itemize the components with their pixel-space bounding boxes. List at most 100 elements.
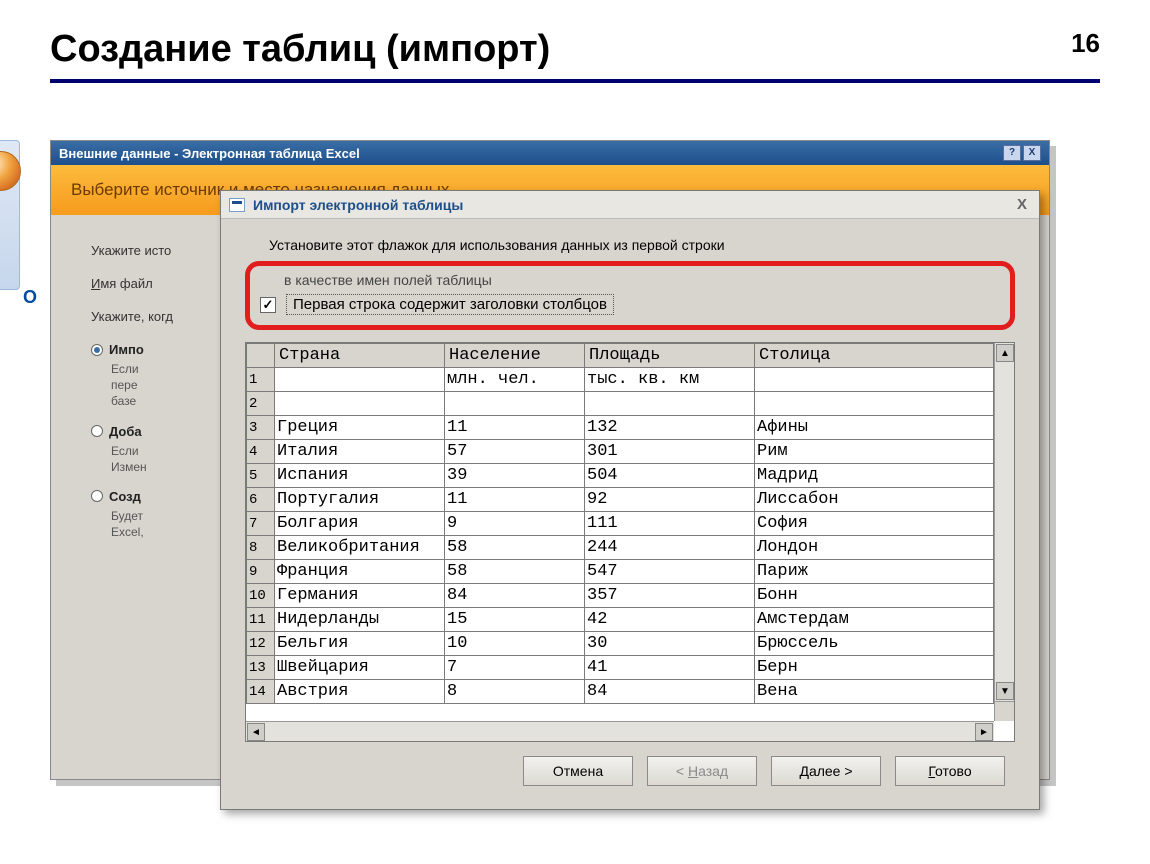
wizard-instruction-2: в качестве имен полей таблицы (284, 272, 1000, 288)
cell[interactable]: Греция (275, 416, 445, 440)
cell[interactable]: 8 (445, 680, 585, 704)
wizard-titlebar: Импорт электронной таблицы X (221, 191, 1039, 219)
col-header-capital[interactable]: Столица (755, 344, 994, 368)
cell[interactable]: 84 (585, 680, 755, 704)
radio-import-dot (91, 344, 103, 356)
cell[interactable]: Берн (755, 656, 994, 680)
cell[interactable]: Вена (755, 680, 994, 704)
cell[interactable]: тыс. кв. км (585, 368, 755, 392)
cell[interactable]: 84 (445, 584, 585, 608)
first-row-headers-label: Первая строка содержит заголовки столбцо… (286, 294, 614, 315)
cell[interactable]: 42 (585, 608, 755, 632)
first-row-headers-checkbox[interactable]: ✓ (260, 297, 276, 313)
scroll-right-button[interactable]: ► (975, 723, 993, 741)
cell[interactable] (755, 368, 994, 392)
cell[interactable]: Швейцария (275, 656, 445, 680)
cell[interactable]: Бонн (755, 584, 994, 608)
cell[interactable]: 30 (585, 632, 755, 656)
cell[interactable]: Бельгия (275, 632, 445, 656)
cell[interactable]: 92 (585, 488, 755, 512)
outer-window-title: Внешние данные - Электронная таблица Exc… (59, 146, 360, 161)
radio-link-dot (91, 490, 103, 502)
cell[interactable]: 547 (585, 560, 755, 584)
cell[interactable]: Афины (755, 416, 994, 440)
preview-grid: Страна Население Площадь Столица 1 млн. ч… (245, 342, 1015, 742)
col-header-population[interactable]: Население (445, 344, 585, 368)
cell[interactable]: 10 (445, 632, 585, 656)
office-orb-icon (0, 151, 21, 191)
radio-import-label: Импо (109, 342, 144, 357)
col-header-country[interactable]: Страна (275, 344, 445, 368)
cell[interactable] (755, 392, 994, 416)
row-number: 13 (247, 656, 275, 680)
row-number: 3 (247, 416, 275, 440)
scroll-up-button[interactable]: ▲ (996, 344, 1014, 362)
close-button[interactable]: X (1023, 145, 1041, 161)
cell[interactable]: 58 (445, 536, 585, 560)
cell[interactable]: 57 (445, 440, 585, 464)
cell[interactable]: 15 (445, 608, 585, 632)
cell[interactable] (445, 392, 585, 416)
cell[interactable]: 11 (445, 488, 585, 512)
horizontal-scrollbar[interactable]: ◄ ► (246, 721, 994, 741)
radio-append-dot (91, 425, 103, 437)
cell[interactable]: 301 (585, 440, 755, 464)
wizard-title-text: Импорт электронной таблицы (253, 197, 463, 213)
cell[interactable]: Германия (275, 584, 445, 608)
vertical-scrollbar[interactable]: ▲ ▼ (994, 343, 1014, 701)
cell[interactable]: 504 (585, 464, 755, 488)
scroll-left-button[interactable]: ◄ (247, 723, 265, 741)
row-number: 2 (247, 392, 275, 416)
cell[interactable]: 132 (585, 416, 755, 440)
row-number: 12 (247, 632, 275, 656)
cell[interactable]: 7 (445, 656, 585, 680)
cell[interactable]: 58 (445, 560, 585, 584)
help-button[interactable]: ? (1003, 145, 1021, 161)
row-number: 6 (247, 488, 275, 512)
cell[interactable] (585, 392, 755, 416)
cell[interactable]: Болгария (275, 512, 445, 536)
cell[interactable] (275, 392, 445, 416)
row-number: 1 (247, 368, 275, 392)
import-spreadsheet-wizard: Импорт электронной таблицы X Установите … (220, 190, 1040, 810)
cell[interactable]: Австрия (275, 680, 445, 704)
radio-append-label: Доба (109, 424, 142, 439)
cell[interactable]: млн. чел. (445, 368, 585, 392)
cell[interactable]: 9 (445, 512, 585, 536)
cell[interactable]: 41 (585, 656, 755, 680)
row-number: 7 (247, 512, 275, 536)
cell[interactable]: Лондон (755, 536, 994, 560)
finish-button[interactable]: Готово (895, 756, 1005, 786)
radio-link-label: Созд (109, 489, 141, 504)
cell[interactable]: Португалия (275, 488, 445, 512)
cell[interactable]: Нидерланды (275, 608, 445, 632)
cell[interactable]: Великобритания (275, 536, 445, 560)
wizard-button-row: Отмена < Назад Далее > Готово (239, 742, 1021, 800)
col-header-area[interactable]: Площадь (585, 344, 755, 368)
next-button[interactable]: Далее > (771, 756, 881, 786)
cancel-button[interactable]: Отмена (523, 756, 633, 786)
cell[interactable]: София (755, 512, 994, 536)
cell[interactable]: 11 (445, 416, 585, 440)
scroll-down-button[interactable]: ▼ (996, 682, 1014, 700)
cell[interactable]: Италия (275, 440, 445, 464)
back-button[interactable]: < Назад (647, 756, 757, 786)
cell[interactable]: Амстердам (755, 608, 994, 632)
cell[interactable]: Брюссель (755, 632, 994, 656)
cell[interactable]: Испания (275, 464, 445, 488)
filename-label: ИИмя файлмя файл (91, 276, 153, 291)
cell[interactable]: Рим (755, 440, 994, 464)
cell[interactable]: 39 (445, 464, 585, 488)
cell[interactable]: Париж (755, 560, 994, 584)
wizard-close-button[interactable]: X (1013, 196, 1031, 213)
cell[interactable] (275, 368, 445, 392)
outer-window-controls: ? X (1003, 145, 1041, 161)
cell[interactable]: 244 (585, 536, 755, 560)
cell[interactable]: 111 (585, 512, 755, 536)
cell[interactable]: Мадрид (755, 464, 994, 488)
outer-titlebar: Внешние данные - Электронная таблица Exc… (51, 141, 1049, 165)
cell[interactable]: Франция (275, 560, 445, 584)
wizard-instruction: Установите этот флажок для использования… (269, 237, 1021, 253)
cell[interactable]: 357 (585, 584, 755, 608)
cell[interactable]: Лиссабон (755, 488, 994, 512)
